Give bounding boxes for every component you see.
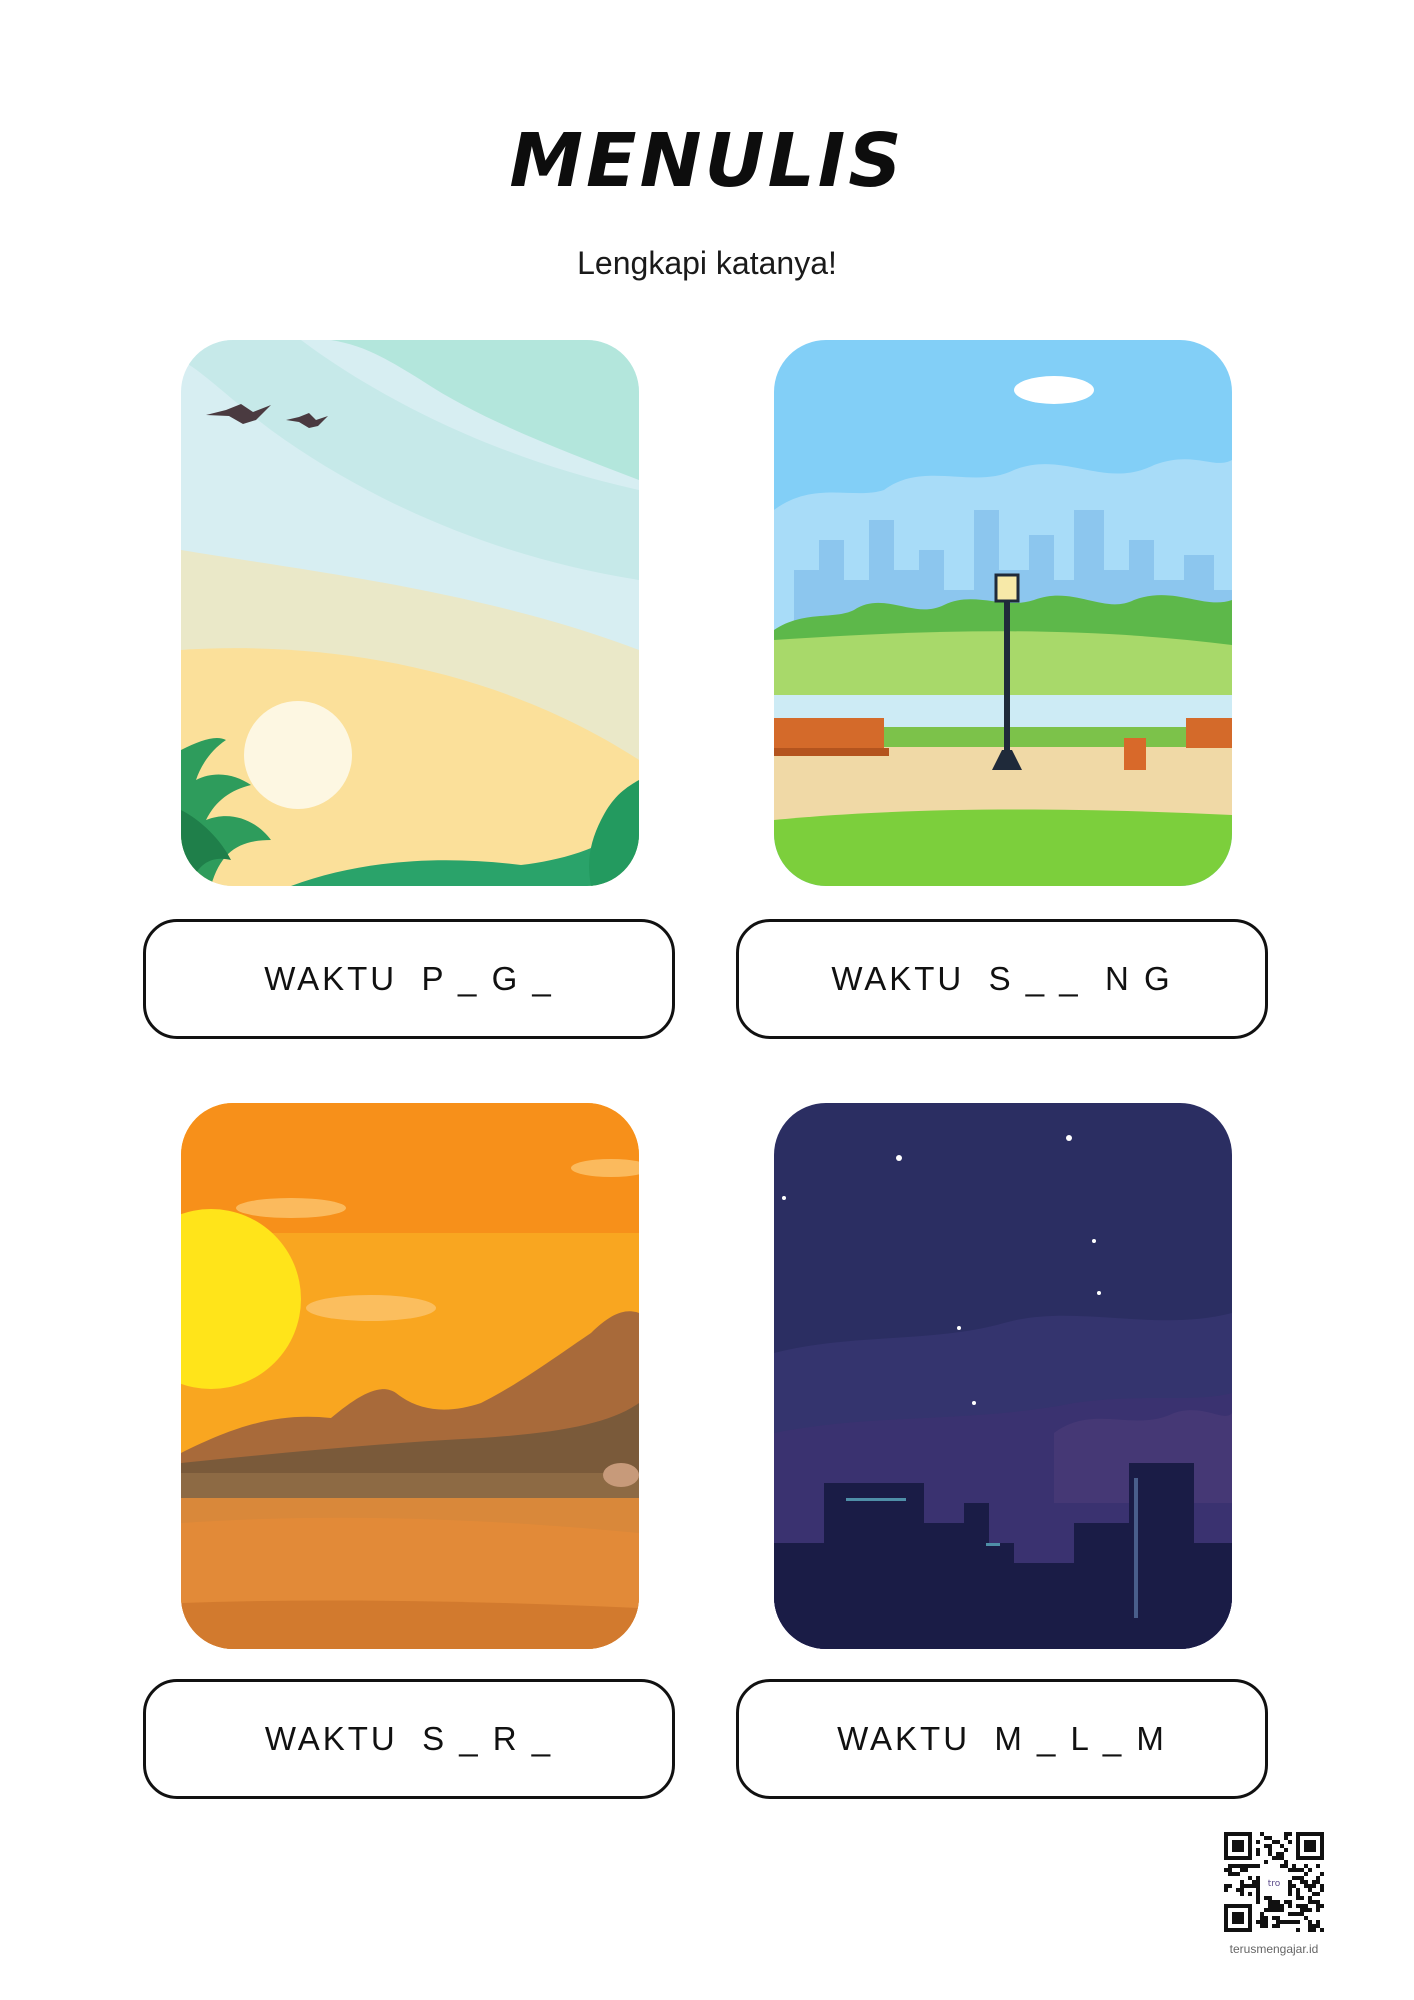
answer-box-evening[interactable]: WAKTU S _ R _ [143,1679,675,1799]
site-footer: terusmengajar.id [1229,1942,1319,1956]
daytime-park-image [774,340,1232,886]
morning-sunrise-image [181,340,639,886]
qr-center-mark: tro [1268,1879,1281,1889]
answer-box-morning[interactable]: WAKTU P _ G _ [143,919,675,1039]
worksheet-title: MENULIS [509,118,905,204]
answer-box-night[interactable]: WAKTU M _ L _ M [736,1679,1268,1799]
night-city-image [774,1103,1232,1649]
qr-code: tro [1224,1832,1324,1932]
worksheet-instruction: Lengkapi katanya! [577,245,837,281]
answer-box-daytime[interactable]: WAKTU S _ _ N G [736,919,1268,1039]
evening-sunset-image [181,1103,639,1649]
